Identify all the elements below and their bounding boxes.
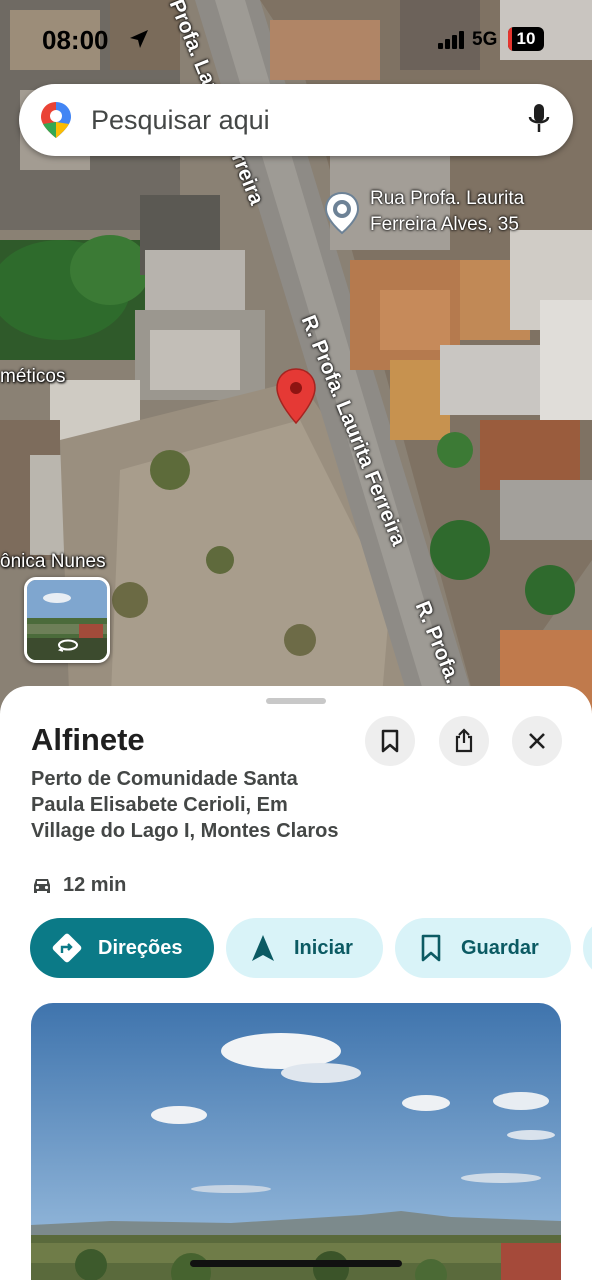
street-view-thumbnail[interactable] (24, 577, 110, 663)
map-place-label[interactable]: méticos (0, 366, 65, 388)
place-sheet[interactable]: Alfinete Perto de Comunidade Santa Paula… (0, 686, 592, 1280)
mic-icon[interactable] (527, 102, 551, 136)
signal-icon (438, 31, 464, 49)
directions-icon (52, 933, 82, 963)
google-maps-pin-icon (41, 102, 71, 138)
place-photo[interactable] (31, 1003, 561, 1280)
poi-label-line: Rua Profa. Laurita (370, 188, 525, 209)
navigation-arrow-icon (252, 935, 274, 961)
status-time: 08:00 (42, 25, 109, 55)
home-indicator[interactable] (190, 1260, 402, 1267)
share-button[interactable] (439, 716, 489, 766)
search-input[interactable]: Pesquisar aqui (91, 105, 270, 136)
action-chips: Direções Iniciar Guardar (30, 918, 592, 978)
bookmark-icon (381, 729, 399, 753)
close-icon (529, 733, 545, 749)
network-type: 5G (472, 29, 498, 50)
poi-label-line: Ferreira Alves, 35 (370, 214, 519, 235)
save-button[interactable]: Guardar (395, 918, 571, 978)
directions-label: Direções (98, 936, 183, 959)
close-button[interactable] (512, 716, 562, 766)
more-actions-chip[interactable] (583, 918, 592, 978)
share-icon (455, 728, 473, 753)
drive-time: 12 min (31, 874, 126, 897)
location-arrow-icon (130, 30, 148, 48)
search-bar[interactable]: Pesquisar aqui (19, 84, 573, 156)
battery-level: 10 (516, 29, 536, 48)
sheet-drag-handle[interactable] (266, 698, 326, 704)
street-photo-image (31, 1003, 561, 1280)
save-label: Guardar (461, 936, 539, 959)
poi-label[interactable]: Rua Profa. Laurita Ferreira Alves, 35 (370, 186, 524, 238)
dropped-pin-icon[interactable] (275, 367, 317, 427)
place-title: Alfinete (31, 722, 145, 757)
map-place-label[interactable]: ônica Nunes (0, 551, 106, 573)
car-icon (34, 878, 50, 893)
status-bar: 08:00 5G 10 (0, 0, 592, 78)
start-button[interactable]: Iniciar (226, 918, 383, 978)
place-address: Perto de Comunidade Santa Paula Elisabet… (31, 768, 339, 842)
start-label: Iniciar (294, 936, 353, 959)
bookmark-icon (421, 934, 441, 962)
poi-pin-icon[interactable] (324, 191, 360, 235)
battery-icon: 10 (508, 27, 544, 51)
drive-time-value: 12 min (63, 874, 127, 896)
directions-button[interactable]: Direções (30, 918, 214, 978)
rotate-360-icon (57, 639, 78, 652)
save-bookmark-button[interactable] (365, 716, 415, 766)
